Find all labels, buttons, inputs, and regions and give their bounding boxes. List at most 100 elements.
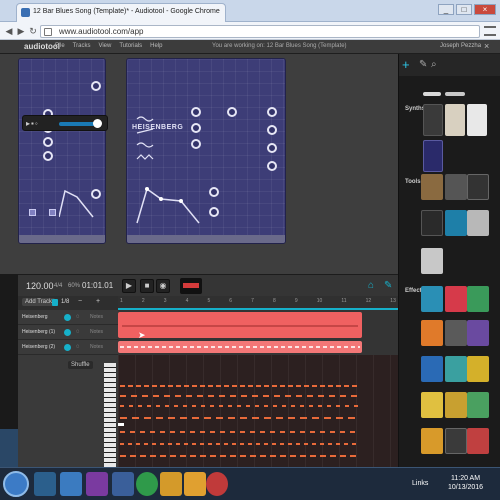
effect-tile[interactable] bbox=[445, 320, 467, 346]
piano-roll[interactable] bbox=[118, 355, 398, 467]
note-region[interactable] bbox=[118, 341, 362, 353]
menu-help[interactable]: Help bbox=[150, 43, 162, 49]
back-icon[interactable]: ◀ bbox=[3, 25, 15, 37]
taskbar-app-icon[interactable] bbox=[112, 472, 134, 496]
chrome-icon[interactable] bbox=[136, 472, 158, 496]
switch[interactable] bbox=[49, 209, 56, 216]
taskbar-app-icon[interactable] bbox=[206, 472, 228, 496]
track-active-icon[interactable] bbox=[64, 329, 71, 336]
close-app-icon[interactable]: × bbox=[484, 41, 489, 51]
attach-icon[interactable]: ⌂ bbox=[368, 280, 374, 291]
synth-tile[interactable] bbox=[423, 92, 441, 96]
mute-icon[interactable]: ◌ bbox=[76, 314, 80, 320]
play-icon[interactable]: ▶ bbox=[122, 279, 136, 293]
note-region[interactable] bbox=[118, 312, 362, 338]
zoom-level[interactable]: 60% bbox=[68, 283, 80, 289]
effect-tile[interactable] bbox=[421, 320, 443, 346]
time-signature[interactable]: 4/4 bbox=[54, 283, 62, 289]
zoom-out-icon[interactable]: − bbox=[78, 298, 82, 305]
switch[interactable] bbox=[29, 209, 36, 216]
note-row[interactable] bbox=[120, 385, 360, 387]
effect-tile[interactable] bbox=[467, 356, 489, 382]
knob[interactable] bbox=[227, 107, 237, 117]
url-input[interactable]: www.audiotool.com/app bbox=[40, 25, 480, 38]
knob[interactable] bbox=[43, 137, 53, 147]
taskbar-app-icon[interactable] bbox=[60, 472, 82, 496]
edit-icon[interactable]: ✎ bbox=[384, 280, 392, 291]
effect-tile[interactable] bbox=[467, 428, 489, 454]
synth-tile[interactable] bbox=[445, 92, 465, 96]
effect-tile[interactable] bbox=[445, 392, 467, 418]
zoom-in-icon[interactable]: + bbox=[96, 298, 100, 305]
knob[interactable] bbox=[43, 151, 53, 161]
effect-tile[interactable] bbox=[467, 286, 489, 312]
pencil-icon[interactable]: ✎ bbox=[419, 59, 427, 70]
tool-tile[interactable] bbox=[421, 210, 443, 236]
taskbar-app-icon[interactable] bbox=[34, 472, 56, 496]
knob[interactable] bbox=[267, 161, 277, 171]
loop-icon[interactable]: ◉ bbox=[156, 279, 170, 293]
knob[interactable] bbox=[267, 107, 277, 117]
note-row[interactable] bbox=[120, 417, 360, 419]
taskbar-app-icon[interactable] bbox=[160, 472, 182, 496]
device-desktop[interactable]: HEISENBERG ▸▪◦ bbox=[0, 54, 398, 274]
volume-slider-handle[interactable] bbox=[93, 119, 102, 128]
effect-tile[interactable] bbox=[421, 392, 443, 418]
shuffle-button[interactable]: Shuffle bbox=[68, 361, 93, 369]
knob[interactable] bbox=[191, 139, 201, 149]
track-lanes[interactable]: ➤ bbox=[118, 310, 398, 355]
search-icon[interactable]: ⌕ bbox=[431, 59, 437, 70]
knob[interactable] bbox=[267, 125, 277, 135]
add-track-button[interactable]: Add Track bbox=[22, 298, 56, 306]
knob[interactable] bbox=[191, 107, 201, 117]
track-row[interactable]: Heisenberg ◌ Notes bbox=[18, 311, 118, 325]
effect-tile[interactable] bbox=[445, 356, 467, 382]
track-active-icon[interactable] bbox=[64, 344, 71, 351]
effect-tile[interactable] bbox=[445, 286, 467, 312]
synth-device-left[interactable] bbox=[18, 58, 106, 244]
effect-tile[interactable] bbox=[421, 428, 443, 454]
menu-view[interactable]: View bbox=[98, 43, 111, 49]
synth-tile[interactable] bbox=[467, 104, 487, 136]
menu-file[interactable]: File bbox=[55, 43, 65, 49]
knob[interactable] bbox=[91, 81, 101, 91]
stop-icon[interactable]: ■ bbox=[140, 279, 154, 293]
menu-tracks[interactable]: Tracks bbox=[73, 43, 91, 49]
effect-tile[interactable] bbox=[421, 356, 443, 382]
synth-tile-heisenberg[interactable] bbox=[423, 140, 443, 172]
tool-tile[interactable] bbox=[467, 210, 489, 236]
mute-icon[interactable]: ◌ bbox=[76, 329, 80, 335]
heisenberg-device[interactable] bbox=[126, 58, 286, 244]
knob[interactable] bbox=[191, 123, 201, 133]
note-row[interactable] bbox=[120, 455, 360, 457]
reload-icon[interactable]: ↻ bbox=[27, 25, 39, 37]
chrome-menu-icon[interactable] bbox=[484, 26, 496, 36]
tool-tile[interactable] bbox=[445, 174, 467, 200]
taskbar-app-icon[interactable] bbox=[86, 472, 108, 496]
note-row[interactable] bbox=[120, 405, 360, 407]
user-name[interactable]: Joseph Pezzha bbox=[440, 43, 481, 49]
snap-value[interactable]: 1/8 bbox=[61, 299, 69, 305]
close-button[interactable]: × bbox=[474, 4, 496, 15]
tool-tile[interactable] bbox=[421, 174, 443, 200]
effect-tile[interactable] bbox=[445, 428, 467, 454]
browser-tab[interactable]: 12 Bar Blues Song (Template)* - Audiotoo… bbox=[16, 3, 226, 22]
tool-tile[interactable] bbox=[467, 174, 489, 200]
tool-tile[interactable] bbox=[421, 248, 443, 274]
snap-toggle-icon[interactable] bbox=[52, 299, 58, 306]
minimize-button[interactable]: _ bbox=[438, 4, 454, 15]
taskbar-app-icon[interactable] bbox=[184, 472, 206, 496]
mute-icon[interactable]: ◌ bbox=[76, 344, 80, 350]
tempo-value[interactable]: 120.00 bbox=[26, 281, 54, 291]
maximize-button[interactable]: □ bbox=[456, 4, 472, 15]
start-button[interactable] bbox=[3, 471, 29, 497]
add-icon[interactable]: + bbox=[402, 57, 410, 72]
piano-keys[interactable] bbox=[104, 363, 116, 467]
links-toolbar[interactable]: Links bbox=[412, 480, 428, 487]
track-active-icon[interactable] bbox=[64, 314, 71, 321]
timeline-ruler[interactable]: 1 2 3 4 5 6 7 8 9 10 11 12 13 bbox=[118, 296, 398, 310]
floating-player[interactable]: ▸▪◦ bbox=[22, 115, 108, 131]
knob[interactable] bbox=[209, 187, 219, 197]
tool-tile[interactable] bbox=[445, 210, 467, 236]
synth-tile[interactable] bbox=[423, 104, 443, 136]
